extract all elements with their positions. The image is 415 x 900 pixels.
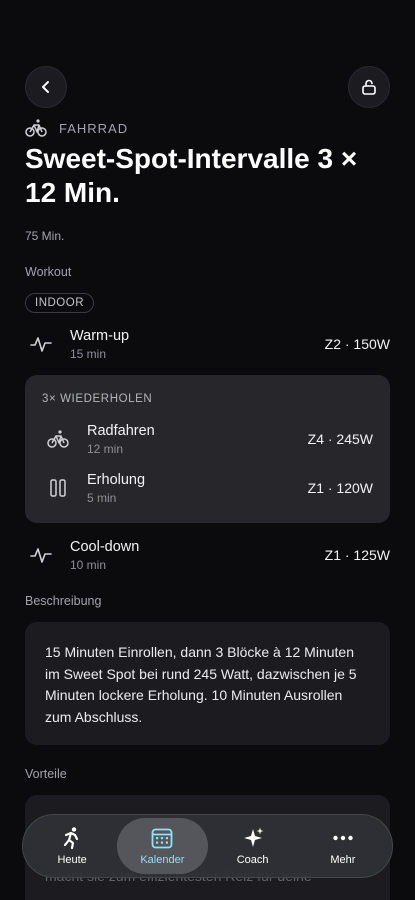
step-name: Warm-up [70, 327, 130, 344]
bicycle-icon [47, 430, 69, 448]
tab-heute[interactable]: Heute [27, 818, 117, 874]
indoor-tag: INDOOR [25, 293, 94, 313]
tab-label: Mehr [330, 854, 356, 866]
step-name: Radfahren [87, 422, 155, 439]
tab-label: Kalender [140, 854, 185, 866]
step-warmup[interactable]: Warm-up 15 min Z2 · 150W [25, 322, 390, 366]
tab-mehr[interactable]: Mehr [298, 818, 388, 874]
step-recovery[interactable]: Erholung 5 min Z1 · 120W [42, 466, 373, 510]
tab-coach[interactable]: Coach [208, 818, 298, 874]
step-duration: 12 min [87, 441, 124, 456]
workout-section-label: Workout [25, 265, 72, 279]
tab-label: Heute [57, 854, 87, 866]
step-duration: 10 min [70, 557, 107, 572]
pulse-icon [30, 548, 52, 563]
pause-icon [50, 479, 66, 497]
sport-label: FAHRRAD [59, 120, 129, 136]
benefits-section-label: Vorteile [25, 767, 67, 781]
running-person-icon [64, 827, 79, 850]
back-button[interactable] [25, 66, 67, 108]
description-card: 15 Minuten Einrollen, dann 3 Blöcke à 12… [25, 622, 390, 745]
calendar-icon [151, 828, 173, 849]
more-dots-icon [333, 835, 353, 841]
step-name: Cool-down [70, 538, 140, 555]
step-zone: Z1 · 125W [324, 547, 390, 563]
sport-row: FAHRRAD [25, 118, 128, 138]
tab-bar: Heute Kalender Coach Mehr [22, 814, 393, 878]
step-zone: Z2 · 150W [324, 336, 390, 352]
tab-kalender[interactable]: Kalender [117, 818, 208, 874]
repeat-label: 3× WIEDERHOLEN [42, 393, 153, 405]
description-text: 15 Minuten Einrollen, dann 3 Blöcke à 12… [45, 644, 357, 725]
step-duration: 5 min [87, 490, 117, 505]
tab-label: Coach [236, 854, 269, 866]
step-zone: Z1 · 120W [307, 480, 373, 496]
page-title: Sweet-Spot-Intervalle 3 × 12 Min. [25, 143, 358, 208]
workout-duration: 75 Min. [25, 229, 65, 243]
step-cooldown[interactable]: Cool-down 10 min Z1 · 125W [25, 533, 390, 577]
unlock-icon [362, 79, 376, 95]
step-zone: Z4 · 245W [307, 431, 373, 447]
repeat-block[interactable]: 3× WIEDERHOLEN Radfahren 12 min Z4 · 245… [25, 375, 390, 523]
bicycle-icon [25, 119, 47, 137]
step-name: Erholung [87, 471, 146, 488]
step-cycling[interactable]: Radfahren 12 min Z4 · 245W [42, 417, 373, 461]
sparkles-icon [243, 827, 264, 847]
pulse-icon [30, 337, 52, 352]
chevron-left-icon [42, 81, 49, 93]
description-section-label: Beschreibung [25, 594, 102, 608]
step-duration: 15 min [70, 346, 107, 361]
unlock-button[interactable] [348, 66, 390, 108]
